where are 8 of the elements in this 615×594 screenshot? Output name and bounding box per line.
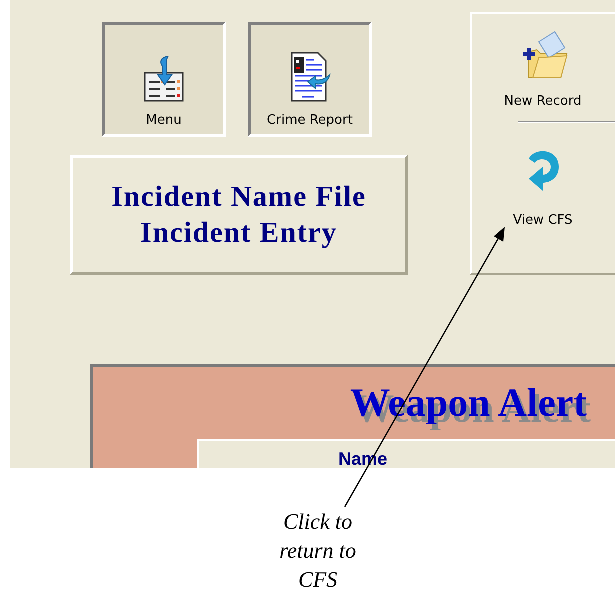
title-line: Incident Entry <box>140 216 338 251</box>
side-button[interactable]: New Record <box>488 30 598 109</box>
side-button[interactable]: View CFS <box>488 145 598 228</box>
annotation-text: Click to return to CFS <box>278 508 358 594</box>
toolbar-button[interactable]: Crime Report <box>248 22 372 137</box>
list-icon <box>142 55 186 103</box>
title-line: Incident Name File <box>112 180 366 215</box>
toolbar-button[interactable]: Menu <box>102 22 226 137</box>
